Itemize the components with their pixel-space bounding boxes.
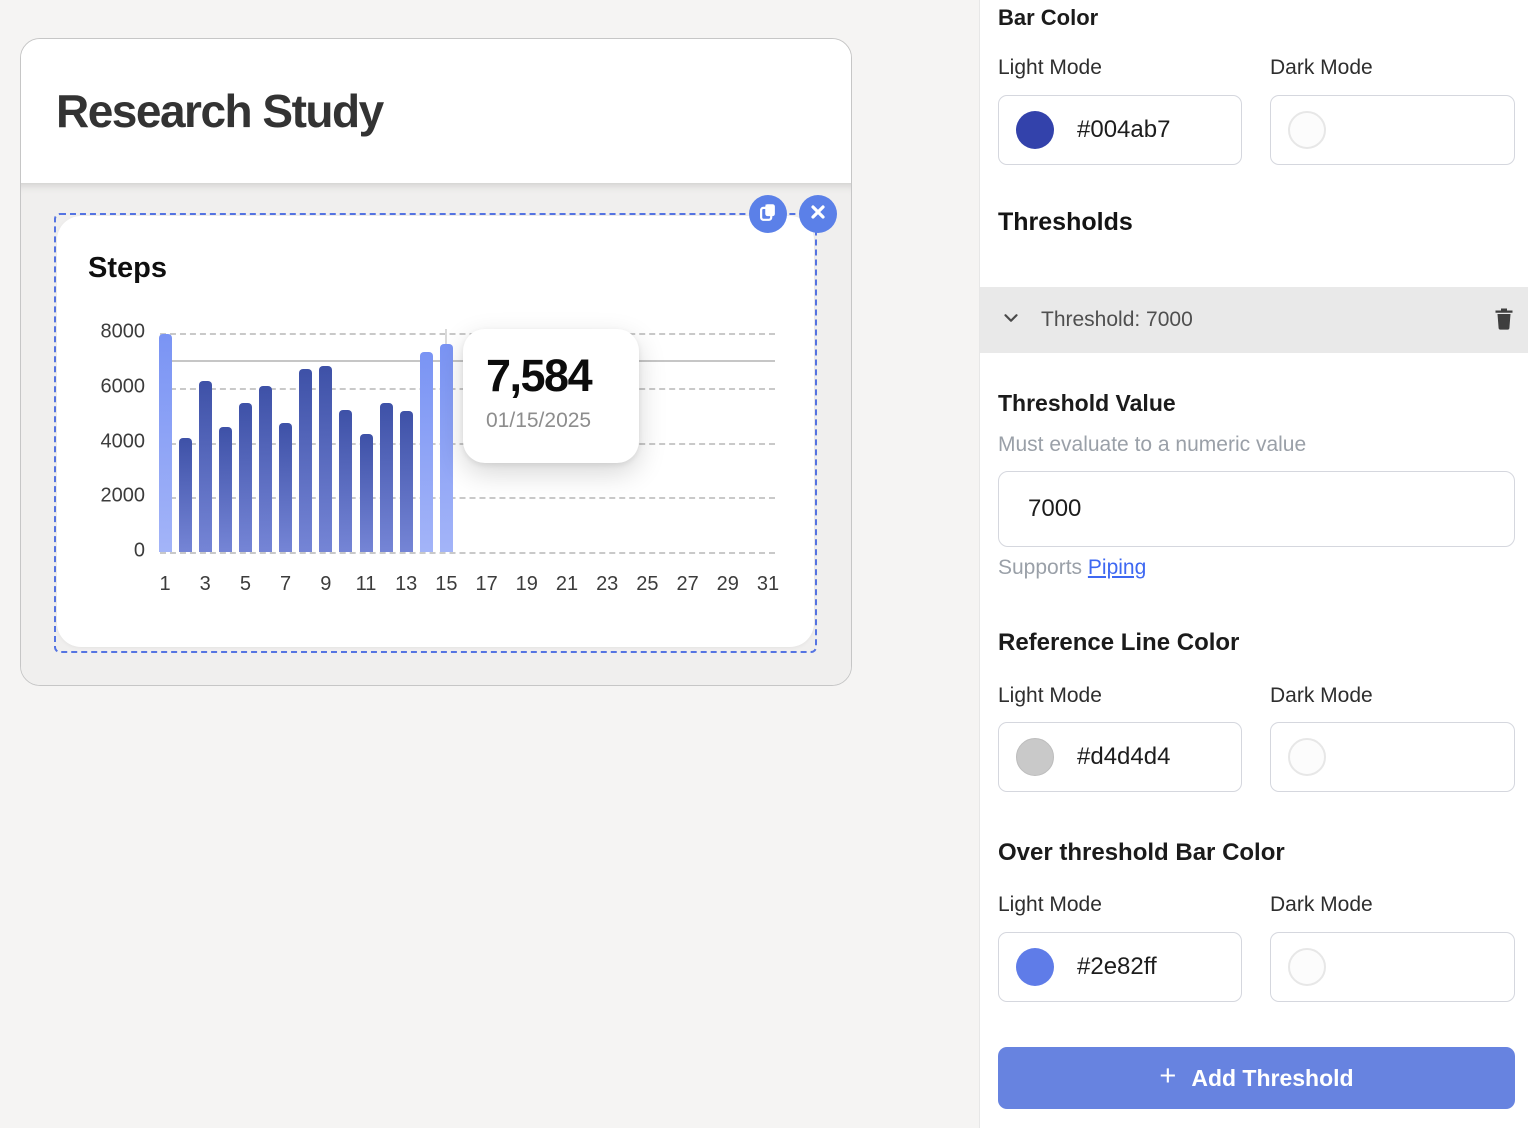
- bar-day-1[interactable]: [159, 334, 172, 552]
- bar-day-6[interactable]: [259, 386, 272, 552]
- page-title: Research Study: [56, 84, 383, 138]
- remove-widget-button[interactable]: [799, 195, 837, 233]
- gridline-0: [160, 552, 775, 554]
- tooltip-date: 01/15/2025: [486, 409, 639, 433]
- over-threshold-light-label: Light Mode: [998, 893, 1102, 917]
- threshold-item-header[interactable]: Threshold: 7000: [980, 287, 1528, 353]
- x-axis-label-29: 29: [717, 573, 739, 596]
- x-axis-label-11: 11: [356, 573, 377, 596]
- threshold-value-input[interactable]: [998, 471, 1515, 547]
- bar-day-7[interactable]: [279, 423, 292, 552]
- widget-settings-panel: Bar Color Light Mode Dark Mode #004ab7 T…: [979, 0, 1528, 1128]
- bar-color-hex: #004ab7: [1077, 116, 1170, 144]
- over-threshold-color-heading: Over threshold Bar Color: [998, 839, 1285, 867]
- close-icon: [809, 203, 827, 226]
- thresholds-heading: Thresholds: [998, 208, 1133, 237]
- bar-color-light-swatch[interactable]: #004ab7: [998, 95, 1242, 165]
- y-axis-label-0: 0: [134, 539, 145, 562]
- x-axis-label-31: 31: [757, 573, 779, 596]
- add-threshold-button[interactable]: + Add Threshold: [998, 1047, 1515, 1109]
- x-axis-label-27: 27: [676, 573, 698, 596]
- steps-chart-widget[interactable]: Steps 0200040006000800013579111315171921…: [57, 216, 814, 647]
- bar-day-5[interactable]: [239, 403, 252, 552]
- study-card-header: Research Study: [21, 39, 851, 183]
- x-axis-label-1: 1: [159, 573, 170, 596]
- threshold-value-heading: Threshold Value: [998, 390, 1176, 417]
- over-threshold-dark-dot: [1288, 948, 1326, 986]
- x-axis-label-9: 9: [320, 573, 331, 596]
- piping-link[interactable]: Piping: [1088, 556, 1146, 579]
- supports-text: Supports: [998, 556, 1082, 579]
- bar-color-light-label: Light Mode: [998, 56, 1102, 80]
- bar-color-dark-dot: [1288, 111, 1326, 149]
- chart-tooltip: 7,584 01/15/2025: [463, 329, 639, 463]
- bar-day-13[interactable]: [400, 411, 413, 552]
- x-axis-label-19: 19: [516, 573, 538, 596]
- over-threshold-hex: #2e82ff: [1077, 953, 1157, 981]
- reference-line-hex: #d4d4d4: [1077, 743, 1170, 771]
- x-axis-label-17: 17: [475, 573, 497, 596]
- y-axis-label-8000: 8000: [101, 320, 146, 343]
- over-threshold-dark-label: Dark Mode: [1270, 893, 1373, 917]
- add-threshold-label: Add Threshold: [1191, 1065, 1353, 1092]
- bar-color-dark-label: Dark Mode: [1270, 56, 1373, 80]
- x-axis-label-5: 5: [240, 573, 251, 596]
- reference-line-light-swatch[interactable]: #d4d4d4: [998, 722, 1242, 792]
- threshold-item-label: Threshold: 7000: [1041, 308, 1493, 332]
- bar-day-12[interactable]: [380, 403, 393, 552]
- over-threshold-color-dot: [1016, 948, 1054, 986]
- bar-color-dot: [1016, 111, 1054, 149]
- bar-day-10[interactable]: [339, 410, 352, 552]
- threshold-value-help: Must evaluate to a numeric value: [998, 433, 1306, 457]
- bar-color-dark-swatch[interactable]: [1270, 95, 1515, 165]
- x-axis-label-7: 7: [280, 573, 291, 596]
- x-axis-label-21: 21: [556, 573, 578, 596]
- x-axis-label-25: 25: [636, 573, 658, 596]
- supports-piping-note: Supports Piping: [998, 556, 1146, 580]
- reference-line-dark-swatch[interactable]: [1270, 722, 1515, 792]
- x-axis-label-13: 13: [395, 573, 417, 596]
- chart-title: Steps: [88, 252, 167, 285]
- chevron-down-icon[interactable]: [1000, 307, 1022, 334]
- reference-line-dark-dot: [1288, 738, 1326, 776]
- x-axis-label-3: 3: [200, 573, 211, 596]
- y-axis-label-4000: 4000: [101, 430, 146, 453]
- reference-line-light-label: Light Mode: [998, 684, 1102, 708]
- bar-day-8[interactable]: [299, 369, 312, 552]
- reference-line-color-heading: Reference Line Color: [998, 629, 1239, 657]
- reference-line-dark-label: Dark Mode: [1270, 684, 1373, 708]
- x-axis-label-15: 15: [435, 573, 457, 596]
- bar-day-4[interactable]: [219, 427, 232, 552]
- trash-icon[interactable]: [1493, 306, 1515, 335]
- gridline-2000: [160, 497, 775, 499]
- bar-day-11[interactable]: [360, 434, 373, 552]
- bar-day-9[interactable]: [319, 366, 332, 552]
- y-axis-label-2000: 2000: [101, 485, 146, 508]
- gridline-8000: [160, 333, 775, 335]
- x-axis-label-23: 23: [596, 573, 618, 596]
- bar-day-15[interactable]: [440, 344, 453, 552]
- duplicate-widget-button[interactable]: [749, 195, 787, 233]
- over-threshold-light-swatch[interactable]: #2e82ff: [998, 932, 1242, 1002]
- bar-day-3[interactable]: [199, 381, 212, 552]
- bar-color-heading: Bar Color: [998, 5, 1098, 31]
- reference-line-color-dot: [1016, 738, 1054, 776]
- tooltip-value: 7,584: [486, 350, 639, 402]
- over-threshold-dark-swatch[interactable]: [1270, 932, 1515, 1002]
- bar-day-2[interactable]: [179, 438, 192, 552]
- bar-day-14[interactable]: [420, 352, 433, 552]
- copy-icon: [757, 201, 779, 228]
- editor-canvas: Research Study Steps 0200040006000800013…: [0, 0, 979, 1128]
- y-axis-label-6000: 6000: [101, 375, 146, 398]
- plus-icon: +: [1159, 1060, 1176, 1093]
